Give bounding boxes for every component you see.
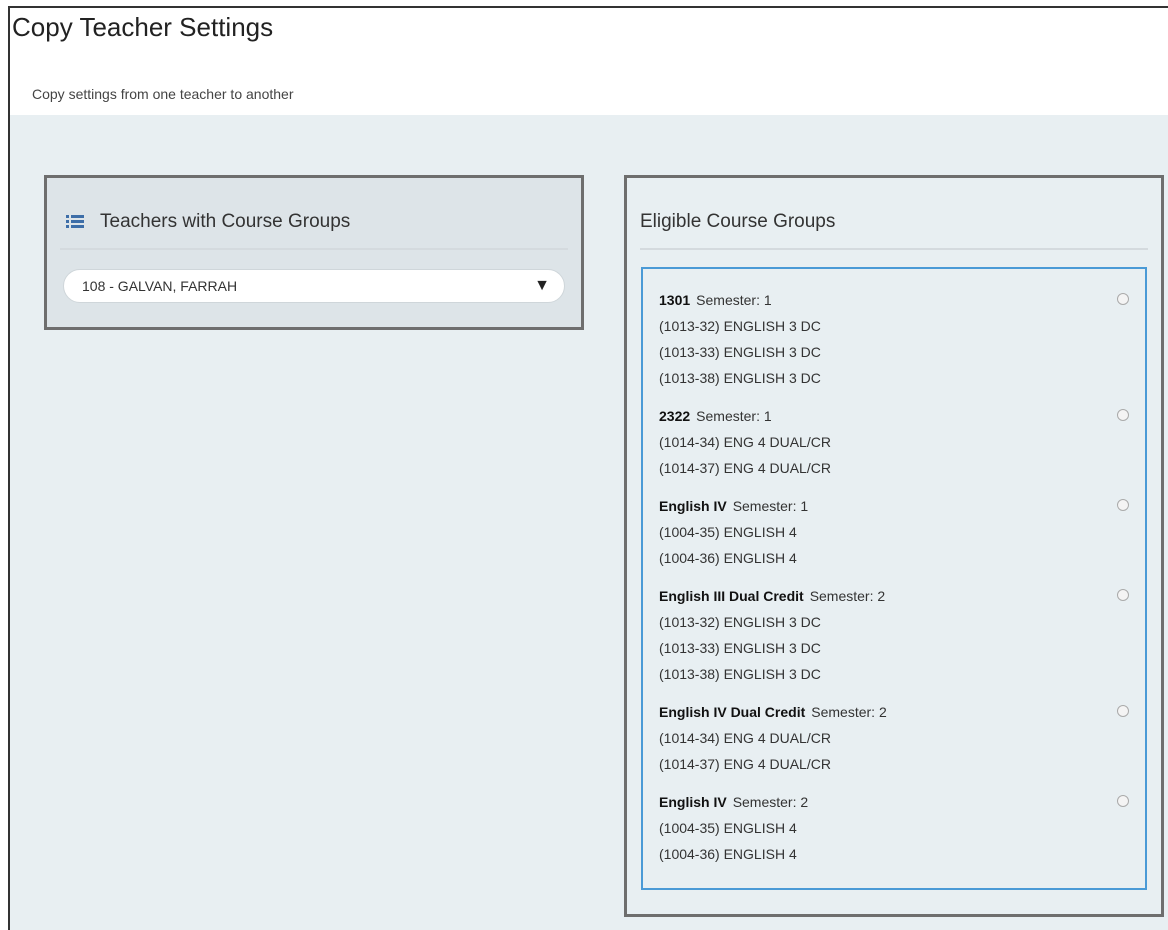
course-group-name: 1301 bbox=[659, 292, 691, 308]
course-group-semester: Semester: 1 bbox=[732, 498, 809, 514]
course-group-semester: Semester: 2 bbox=[732, 794, 809, 810]
course-group-radio[interactable] bbox=[1117, 293, 1129, 305]
course-section: (1014-37) ENG 4 DUAL/CR bbox=[659, 460, 831, 476]
course-groups-panel-title: Eligible Course Groups bbox=[640, 211, 836, 232]
course-section: (1004-36) ENGLISH 4 bbox=[659, 550, 797, 566]
course-group-semester: Semester: 2 bbox=[809, 588, 886, 604]
course-groups-panel-header: Eligible Course Groups bbox=[640, 196, 1148, 250]
course-group-heading: English IV Dual Credit Semester: 2 bbox=[659, 699, 1129, 725]
course-section: (1004-35) ENGLISH 4 bbox=[659, 820, 797, 836]
dropdown-arrow-icon: ▼ bbox=[534, 277, 550, 294]
course-section: (1014-37) ENG 4 DUAL/CR bbox=[659, 756, 831, 772]
course-section: (1013-33) ENGLISH 3 DC bbox=[659, 640, 821, 656]
course-group-item: English IV Semester: 2 (1004-35) ENGLISH 4… bbox=[659, 789, 1129, 867]
teachers-panel-title: Teachers with Course Groups bbox=[100, 211, 351, 232]
course-group-item: English IV Semester: 1 (1004-35) ENGLISH 4… bbox=[659, 493, 1129, 571]
course-group-radio[interactable] bbox=[1117, 705, 1129, 717]
course-group-radio[interactable] bbox=[1117, 409, 1129, 421]
course-group-name: English IV bbox=[659, 794, 727, 810]
teacher-select[interactable]: 108 - GALVAN, FARRAH ▼ bbox=[63, 269, 565, 303]
course-section: (1014-34) ENG 4 DUAL/CR bbox=[659, 730, 831, 746]
course-section: (1004-35) ENGLISH 4 bbox=[659, 524, 797, 540]
course-group-semester: Semester: 2 bbox=[811, 704, 887, 720]
course-group-name: English IV bbox=[659, 498, 727, 514]
course-group-heading: English IV Semester: 2 bbox=[659, 789, 1129, 815]
course-group-heading: English III Dual Credit Semester: 2 bbox=[659, 583, 1129, 609]
course-group-radio[interactable] bbox=[1117, 795, 1129, 807]
course-group-item: 1301 Semester: 1 (1013-32) ENGLISH 3 DC (10… bbox=[659, 287, 1129, 391]
list-icon bbox=[66, 215, 84, 229]
course-group-heading: 1301 Semester: 1 bbox=[659, 287, 1129, 313]
course-group-heading: 2322 Semester: 1 bbox=[659, 403, 1129, 429]
course-group-semester: Semester: 1 bbox=[696, 292, 772, 308]
teacher-select-value: 108 - GALVAN, FARRAH bbox=[82, 278, 238, 294]
teachers-panel: Teachers with Course Groups 108 - GALVAN… bbox=[44, 175, 584, 330]
course-group-name: 2322 bbox=[659, 408, 691, 424]
course-groups-list: 1301 Semester: 1 (1013-32) ENGLISH 3 DC (10… bbox=[641, 267, 1147, 890]
course-section: (1013-32) ENGLISH 3 DC bbox=[659, 614, 821, 630]
course-group-item: English III Dual Credit Semester: 2 (1013-… bbox=[659, 583, 1129, 687]
course-group-heading: English IV Semester: 1 bbox=[659, 493, 1129, 519]
teachers-panel-header: Teachers with Course Groups bbox=[60, 196, 568, 250]
course-group-name: English III Dual Credit bbox=[659, 588, 804, 604]
course-group-radio[interactable] bbox=[1117, 499, 1129, 511]
course-group-name: English IV Dual Credit bbox=[659, 704, 806, 720]
course-groups-panel: Eligible Course Groups 1301 Semester: 1 (1… bbox=[624, 175, 1164, 917]
page-subtitle: Copy settings from one teacher to anothe… bbox=[32, 86, 294, 102]
course-section: (1013-32) ENGLISH 3 DC bbox=[659, 318, 821, 334]
course-group-item: 2322 Semester: 1 (1014-34) ENG 4 DUAL/CR (1… bbox=[659, 403, 1129, 481]
course-group-item: English IV Dual Credit Semester: 2 (1014-3… bbox=[659, 699, 1129, 777]
course-group-radio[interactable] bbox=[1117, 589, 1129, 601]
course-group-semester: Semester: 1 bbox=[696, 408, 772, 424]
course-section: (1013-33) ENGLISH 3 DC bbox=[659, 344, 821, 360]
page-title: Copy Teacher Settings bbox=[12, 12, 274, 42]
course-section: (1014-34) ENG 4 DUAL/CR bbox=[659, 434, 831, 450]
course-section: (1013-38) ENGLISH 3 DC bbox=[659, 666, 821, 682]
course-section: (1004-36) ENGLISH 4 bbox=[659, 846, 797, 862]
course-section: (1013-38) ENGLISH 3 DC bbox=[659, 370, 821, 386]
